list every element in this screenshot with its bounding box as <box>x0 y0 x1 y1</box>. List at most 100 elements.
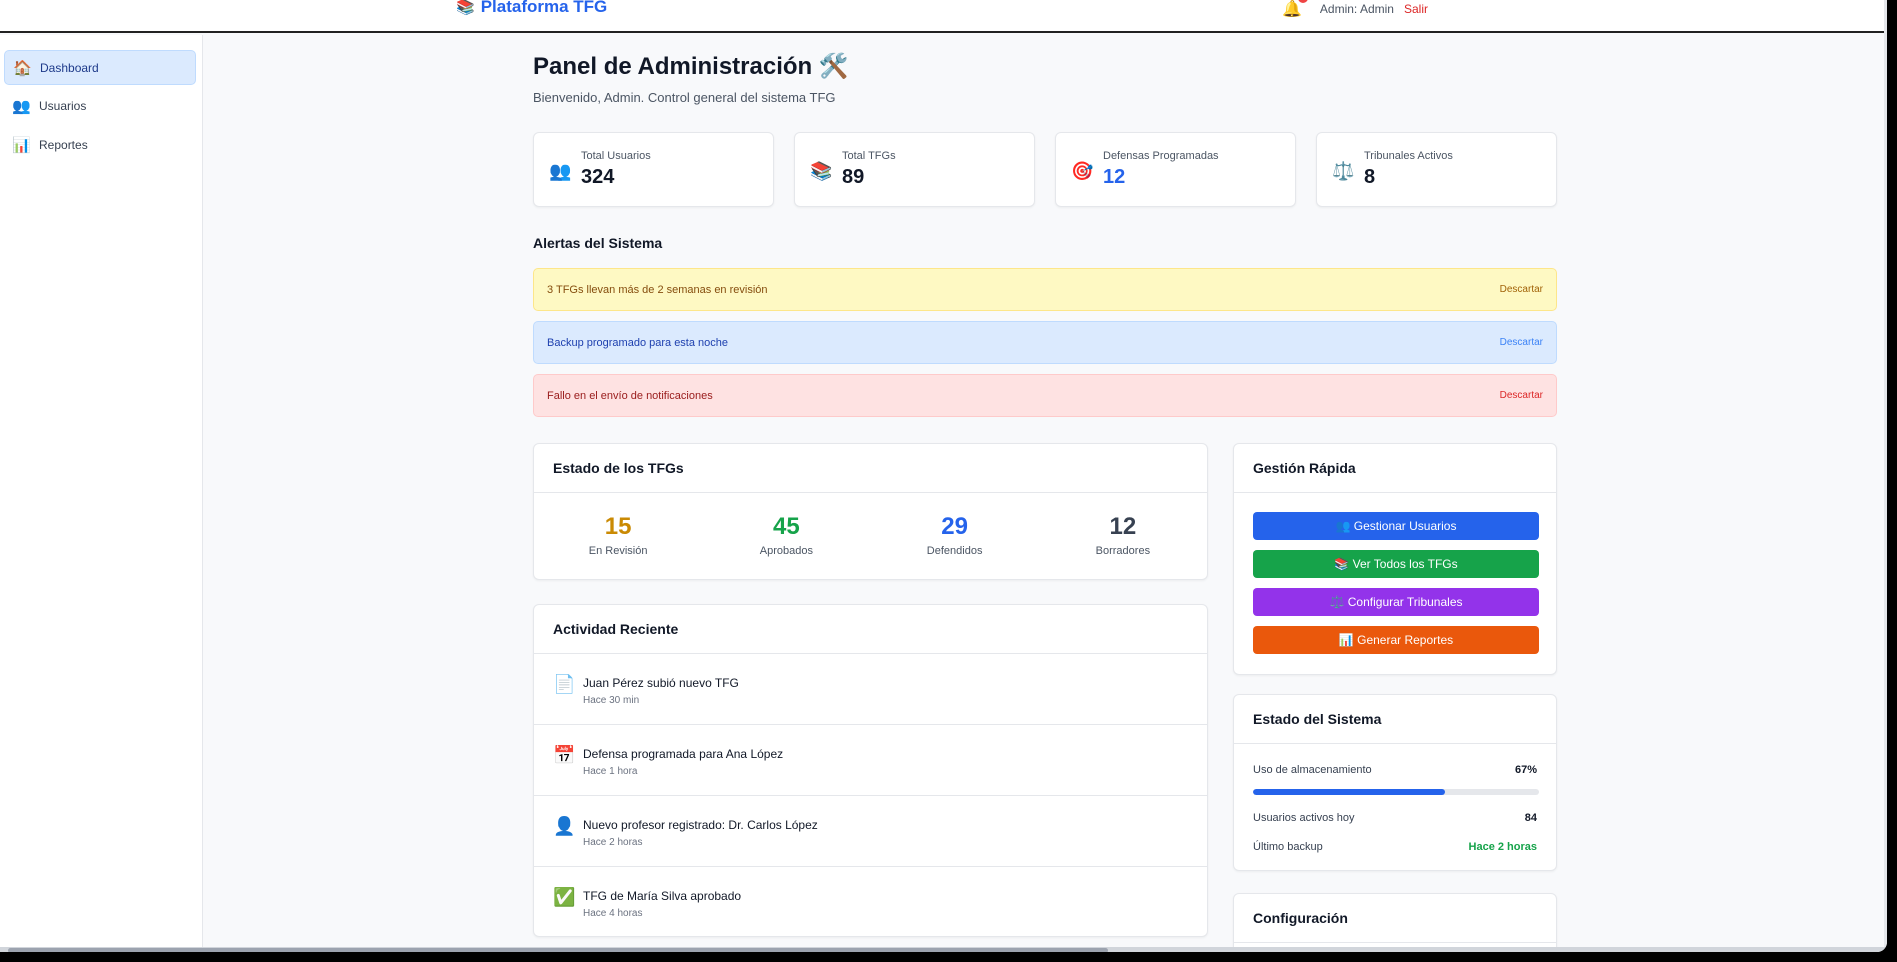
storage-label: Uso de almacenamiento <box>1253 764 1372 776</box>
stat-label: Total TFGs <box>842 150 896 162</box>
manage-users-button[interactable]: 👥 Gestionar Usuarios <box>1253 512 1539 540</box>
page-title: Panel de Administración 🛠️ <box>533 53 849 80</box>
stat-card-usuarios: 👥 Total Usuarios 324 <box>533 132 774 207</box>
alert-text: 3 TFGs llevan más de 2 semanas en revisi… <box>547 283 768 296</box>
activity-item[interactable]: 📄 Juan Pérez subió nuevo TFG Hace 30 min <box>534 654 1207 725</box>
backup-row: Último backup Hace 2 horas <box>1234 841 1556 861</box>
status-count: 45 <box>773 513 800 540</box>
activity-time: Hace 30 min <box>583 695 640 706</box>
user-area: 🔔 Admin: Admin Salir <box>1282 0 1428 19</box>
status-label: Borradores <box>1095 545 1151 557</box>
activity-time: Hace 4 horas <box>583 908 643 919</box>
dismiss-button[interactable]: Descartar <box>1500 390 1543 401</box>
alert-text: Backup programado para esta noche <box>547 336 729 349</box>
view-tfgs-button[interactable]: 📚 Ver Todos los TFGs <box>1253 550 1539 578</box>
app-window: 📚 Plataforma TFG 🔔 Admin: Admin Salir 🏠 … <box>0 0 1887 952</box>
check-icon: ✅ <box>553 887 576 907</box>
backup-label: Último backup <box>1253 841 1323 853</box>
backup-value: Hace 2 horas <box>1468 841 1537 853</box>
page-subtitle: Bienvenido, Admin. Control general del s… <box>533 90 836 105</box>
card-title: Configuración <box>1234 894 1556 943</box>
sidebar-item-label: Dashboard <box>40 60 99 75</box>
recent-activity-card: Actividad Reciente 📄 Juan Pérez subió nu… <box>533 604 1208 937</box>
activity-text: Defensa programada para Ana López <box>583 747 784 761</box>
stat-value: 324 <box>581 166 615 188</box>
dismiss-button[interactable]: Descartar <box>1500 337 1543 348</box>
storage-row: Uso de almacenamiento 67% <box>1234 764 1556 784</box>
storage-progress-bar <box>1253 789 1539 795</box>
document-icon: 📄 <box>553 674 576 694</box>
user-icon: 👤 <box>553 816 576 836</box>
system-status-card: Estado del Sistema Uso de almacenamiento… <box>1233 694 1557 871</box>
notifications-bell[interactable]: 🔔 <box>1282 0 1308 19</box>
brand-name: Plataforma TFG <box>480 0 608 16</box>
card-title: Actividad Reciente <box>534 605 1207 654</box>
alerts-title: Alertas del Sistema <box>533 235 663 251</box>
status-count: 15 <box>604 513 632 540</box>
activity-item[interactable]: 👤 Nuevo profesor registrado: Dr. Carlos … <box>534 796 1207 867</box>
status-label: Defendidos <box>926 545 983 557</box>
activity-item[interactable]: 📅 Defensa programada para Ana López Hace… <box>534 725 1207 796</box>
books-icon: 📚 <box>456 0 475 16</box>
stat-label: Total Usuarios <box>581 150 651 162</box>
alert-info: Backup programado para esta noche Descar… <box>533 321 1557 364</box>
tfg-status-card: Estado de los TFGs 15 En Revisión 45 Apr… <box>533 443 1208 580</box>
scales-icon: ⚖️ <box>1332 161 1355 181</box>
card-title: Gestión Rápida <box>1234 444 1556 493</box>
status-aprobados: 45 Aprobados <box>706 513 866 557</box>
status-defendidos: 29 Defendidos <box>875 513 1035 557</box>
stat-value: 89 <box>842 166 865 188</box>
activity-time: Hace 2 horas <box>583 837 643 848</box>
card-title: Estado del Sistema <box>1234 695 1556 744</box>
configure-tribunals-button[interactable]: ⚖️ Configurar Tribunales <box>1253 588 1539 616</box>
dismiss-button[interactable]: Descartar <box>1500 284 1543 295</box>
stat-card-tfgs: 📚 Total TFGs 89 <box>794 132 1035 207</box>
active-users-value: 84 <box>1524 812 1537 824</box>
calendar-icon: 📅 <box>553 745 576 765</box>
bar-chart-icon: 📊 <box>12 136 31 154</box>
stat-card-tribunales: ⚖️ Tribunales Activos 8 <box>1316 132 1557 207</box>
status-borradores: 12 Borradores <box>1043 513 1203 557</box>
sidebar-item-dashboard[interactable]: 🏠 Dashboard <box>4 50 196 85</box>
sidebar-item-usuarios[interactable]: 👥 Usuarios <box>4 88 196 123</box>
user-label: Admin: Admin <box>1319 2 1394 16</box>
sidebar: 🏠 Dashboard 👥 Usuarios 📊 Reportes <box>0 35 203 952</box>
activity-text: TFG de María Silva aprobado <box>583 889 742 903</box>
sidebar-item-label: Usuarios <box>39 98 87 113</box>
quick-actions-card: Gestión Rápida 👥 Gestionar Usuarios 📚 Ve… <box>1233 443 1557 675</box>
activity-item[interactable]: ✅ TFG de María Silva aprobado Hace 4 hor… <box>534 867 1207 936</box>
stat-card-defensas: 🎯 Defensas Programadas 12 <box>1055 132 1296 207</box>
configuration-card: Configuración <box>1233 893 1557 952</box>
activity-text: Nuevo profesor registrado: Dr. Carlos Ló… <box>583 818 818 832</box>
sidebar-item-label: Reportes <box>39 137 88 152</box>
alert-error: Fallo en el envío de notificaciones Desc… <box>533 374 1557 417</box>
generate-reports-button[interactable]: 📊 Generar Reportes <box>1253 626 1539 654</box>
target-icon: 🎯 <box>1071 161 1094 181</box>
alert-text: Fallo en el envío de notificaciones <box>547 389 713 402</box>
status-grid: 15 En Revisión 45 Aprobados 29 Defendido… <box>534 493 1207 557</box>
alert-warning: 3 TFGs llevan más de 2 semanas en revisi… <box>533 268 1557 311</box>
brand-logo[interactable]: 📚 Plataforma TFG <box>456 0 607 17</box>
status-en-revision: 15 En Revisión <box>538 513 698 557</box>
active-users-label: Usuarios activos hoy <box>1253 812 1355 824</box>
storage-progress-fill <box>1253 789 1445 795</box>
horizontal-scrollbar-thumb[interactable] <box>8 948 1108 952</box>
stat-label: Tribunales Activos <box>1364 150 1453 162</box>
top-header: 📚 Plataforma TFG 🔔 Admin: Admin Salir <box>0 0 1887 33</box>
window-backdrop <box>1887 0 1897 962</box>
status-count: 12 <box>1109 513 1137 540</box>
sidebar-item-reportes[interactable]: 📊 Reportes <box>4 127 196 162</box>
bell-icon: 🔔 <box>1282 1 1302 18</box>
users-icon: 👥 <box>549 161 572 181</box>
stat-label: Defensas Programadas <box>1103 150 1219 162</box>
activity-time: Hace 1 hora <box>583 766 638 777</box>
storage-value: 67% <box>1514 764 1537 776</box>
stat-value: 8 <box>1364 166 1376 188</box>
stat-value: 12 <box>1103 166 1126 188</box>
house-icon: 🏠 <box>13 59 32 77</box>
activity-text: Juan Pérez subió nuevo TFG <box>583 676 739 690</box>
books-icon: 📚 <box>810 161 833 181</box>
status-count: 29 <box>941 513 968 540</box>
status-label: En Revisión <box>588 545 648 557</box>
logout-link[interactable]: Salir <box>1404 2 1428 16</box>
